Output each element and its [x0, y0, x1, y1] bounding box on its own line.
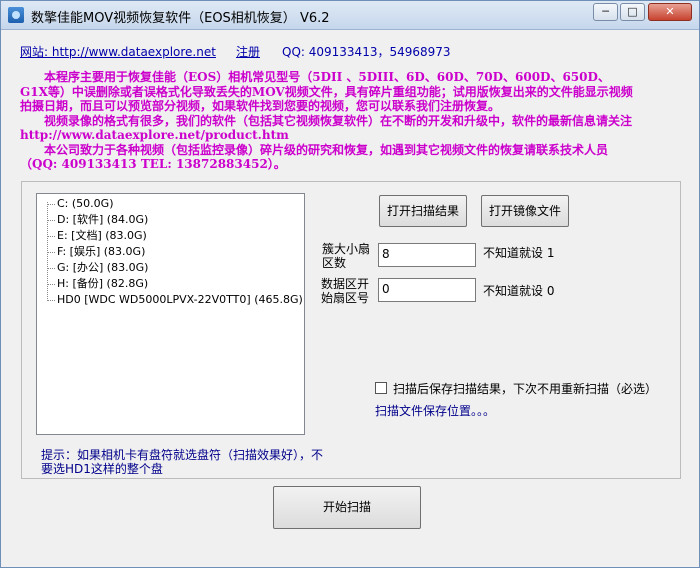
app-window: 数擎佳能MOV视频恢复软件（EOS相机恢复） V6.2 ─ □ ✕ 网站: ht…: [0, 0, 700, 568]
minimize-button[interactable]: ─: [593, 3, 618, 21]
qq-contact: QQ: 409133413，54968973: [282, 45, 451, 59]
drive-item-f[interactable]: F: [娱乐] (83.0G): [57, 244, 145, 260]
app-icon: [8, 7, 24, 23]
open-scan-result-button[interactable]: 打开扫描结果: [379, 195, 467, 227]
drive-item-h[interactable]: H: [备份] (82.8G): [57, 276, 148, 292]
drive-item-e[interactable]: E: [文档] (83.0G): [57, 228, 147, 244]
save-location-link[interactable]: 扫描文件保存位置。。。: [375, 404, 495, 418]
tree-connector: [47, 220, 55, 221]
cluster-size-hint: 不知道就设 1: [483, 246, 555, 260]
close-button[interactable]: ✕: [648, 3, 692, 21]
save-result-label[interactable]: 扫描后保存扫描结果，下次不用重新扫描（必选）: [393, 382, 657, 396]
register-link[interactable]: 注册: [236, 43, 260, 60]
title-bar[interactable]: 数擎佳能MOV视频恢复软件（EOS相机恢复） V6.2 ─ □ ✕: [1, 1, 699, 30]
maximize-button[interactable]: □: [620, 3, 645, 21]
intro-text: 本程序主要用于恢复佳能（EOS）相机常见型号（5DII 、5DIII、6D、60…: [20, 70, 636, 172]
cluster-size-input[interactable]: 8: [378, 243, 476, 267]
drive-item-hd0[interactable]: HD0 [WDC WD5000LPVX-22V0TT0] (465.8G): [57, 292, 303, 308]
website-link[interactable]: 网站: http://www.dataexplore.net: [20, 45, 216, 59]
drive-item-c[interactable]: C: (50.0G): [57, 196, 113, 212]
intro-paragraph: 本程序主要用于恢复佳能（EOS）相机常见型号（5DII 、5DIII、6D、60…: [20, 70, 633, 113]
tree-connector: [47, 284, 55, 285]
tree-connector: [47, 252, 55, 253]
drive-tree[interactable]: C: (50.0G) D: [软件] (84.0G) E: [文档] (83.0…: [36, 193, 305, 435]
intro-paragraph: 视频录像的格式有很多，我们的软件（包括其它视频恢复软件）在不断的开发和升级中，软…: [20, 113, 633, 143]
tree-connector: [47, 236, 55, 237]
drive-item-d[interactable]: D: [软件] (84.0G): [57, 212, 148, 228]
start-sector-label: 数据区开始扇区号: [321, 277, 370, 305]
tip-text: 提示：如果相机卡有盘符就选盘符（扫描效果好），不要选HD1这样的整个盘: [41, 448, 324, 476]
drive-item-g[interactable]: G: [办公] (83.0G): [57, 260, 148, 276]
cluster-size-label: 簇大小扇区数: [322, 242, 371, 270]
open-image-file-button[interactable]: 打开镜像文件: [481, 195, 569, 227]
tree-connector: [47, 300, 55, 301]
tree-connector: [47, 268, 55, 269]
top-links: 网站: http://www.dataexplore.net 注册 QQ: 40…: [20, 43, 451, 60]
start-sector-hint: 不知道就设 0: [483, 284, 555, 298]
start-sector-input[interactable]: 0: [378, 278, 476, 302]
window-title: 数擎佳能MOV视频恢复软件（EOS相机恢复） V6.2: [31, 11, 330, 26]
tree-connector: [47, 204, 55, 205]
start-scan-button[interactable]: 开始扫描: [273, 486, 421, 529]
save-result-checkbox[interactable]: [375, 382, 387, 394]
intro-paragraph: 本公司致力于各种视频（包括监控录像）碎片级的研究和恢复，如遇到其它视频文件的恢复…: [20, 142, 609, 172]
